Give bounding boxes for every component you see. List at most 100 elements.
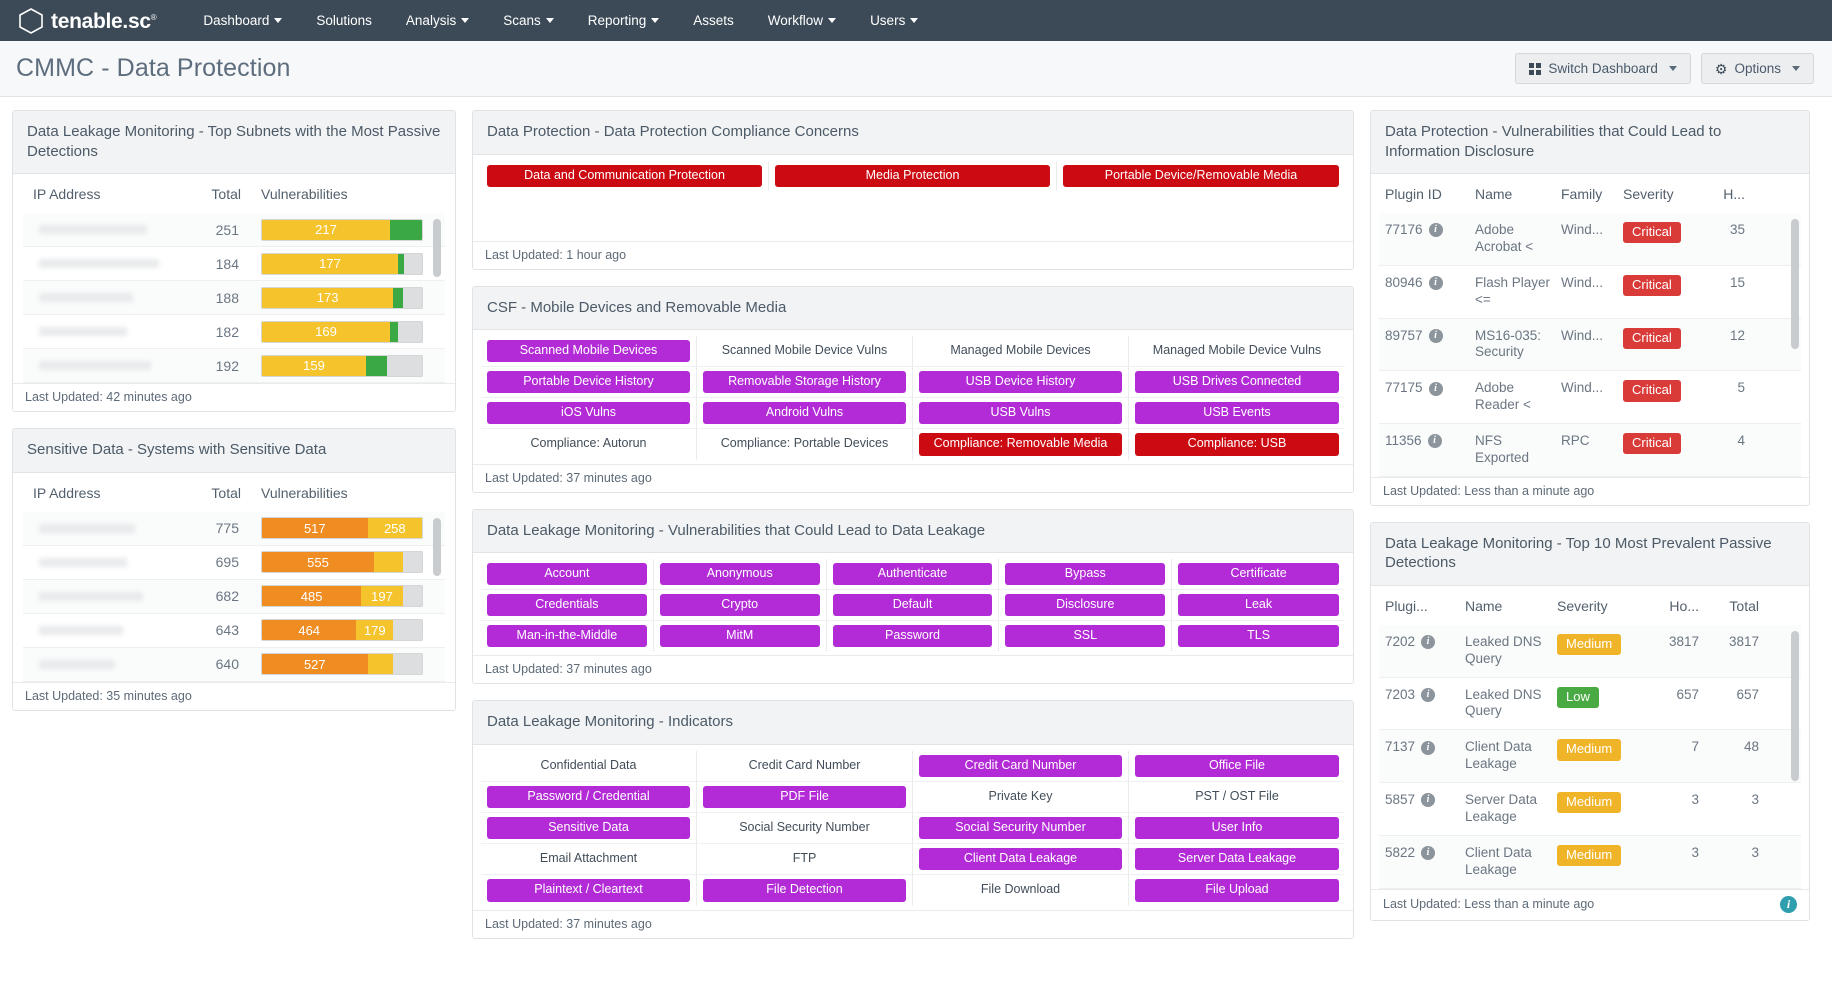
- matrix-cell[interactable]: Private Key: [913, 782, 1129, 814]
- table-row[interactable]: 5822 i Client Data Leakage Medium 3 3: [1379, 835, 1801, 889]
- matrix-chip-purple[interactable]: USB Drives Connected: [1135, 371, 1339, 394]
- table-row[interactable]: 89757 i MS16-035: Security Wind... Critical 1…: [1379, 318, 1801, 372]
- table-row[interactable]: 192 159: [23, 349, 445, 383]
- table-row[interactable]: 7137 i Client Data Leakage Medium 7 48: [1379, 730, 1801, 783]
- matrix-cell[interactable]: USB Drives Connected: [1129, 367, 1345, 399]
- matrix-cell[interactable]: Leak: [1172, 590, 1345, 622]
- matrix-chip-purple[interactable]: Bypass: [1005, 563, 1166, 586]
- matrix-cell[interactable]: Plaintext / Cleartext: [481, 875, 697, 906]
- matrix-cell[interactable]: MitM: [654, 621, 827, 652]
- matrix-cell[interactable]: Anonymous: [653, 559, 827, 591]
- matrix-cell[interactable]: Removable Storage History: [697, 367, 913, 399]
- info-circle-icon[interactable]: i: [1421, 740, 1436, 755]
- matrix-chip-purple[interactable]: Password: [832, 625, 993, 648]
- nav-item-assets[interactable]: Assets: [676, 0, 751, 41]
- matrix-cell[interactable]: Scanned Mobile Devices: [481, 336, 697, 368]
- matrix-chip-purple[interactable]: Office File: [1135, 754, 1339, 777]
- matrix-chip-purple[interactable]: SSL: [1005, 625, 1166, 648]
- info-circle-icon[interactable]: i: [1428, 381, 1443, 396]
- matrix-cell[interactable]: Password: [827, 621, 1000, 652]
- info-circle-icon[interactable]: i: [1421, 846, 1436, 861]
- matrix-cell[interactable]: Scanned Mobile Device Vulns: [697, 336, 913, 368]
- matrix-chip-plain[interactable]: Compliance: Portable Devices: [703, 433, 906, 455]
- matrix-chip-plain[interactable]: Scanned Mobile Device Vulns: [703, 340, 906, 362]
- nav-item-solutions[interactable]: Solutions: [299, 0, 389, 41]
- matrix-cell[interactable]: Account: [481, 559, 654, 591]
- matrix-chip-purple[interactable]: Default: [832, 594, 993, 617]
- matrix-chip-purple[interactable]: Man-in-the-Middle: [487, 625, 647, 648]
- matrix-cell[interactable]: iOS Vulns: [481, 398, 697, 430]
- column-header-ip[interactable]: IP Address: [23, 186, 173, 202]
- vertical-scrollbar[interactable]: [1791, 630, 1799, 781]
- matrix-cell[interactable]: SSL: [999, 621, 1173, 652]
- matrix-cell[interactable]: Media Protection: [769, 160, 1057, 191]
- matrix-cell[interactable]: Managed Mobile Devices: [913, 336, 1129, 368]
- matrix-cell[interactable]: Authenticate: [826, 559, 1000, 591]
- matrix-cell[interactable]: USB Events: [1129, 398, 1345, 430]
- column-header-family[interactable]: Family: [1561, 186, 1623, 202]
- matrix-cell[interactable]: File Detection: [697, 875, 913, 906]
- table-row[interactable]: 11356 i NFS Exported RPC Critical 4: [1379, 424, 1801, 477]
- matrix-chip-plain[interactable]: Managed Mobile Devices: [919, 340, 1122, 362]
- matrix-chip-purple[interactable]: File Upload: [1135, 879, 1339, 902]
- matrix-chip-plain[interactable]: FTP: [703, 848, 906, 870]
- matrix-chip-purple[interactable]: TLS: [1178, 625, 1339, 648]
- matrix-cell[interactable]: Compliance: Autorun: [481, 429, 697, 460]
- matrix-chip-purple[interactable]: iOS Vulns: [487, 402, 690, 425]
- matrix-cell[interactable]: USB Device History: [913, 367, 1129, 399]
- column-header-ip[interactable]: IP Address: [23, 485, 173, 501]
- matrix-chip-purple[interactable]: Leak: [1178, 594, 1339, 617]
- matrix-cell[interactable]: Portable Device/Removable Media: [1057, 161, 1345, 191]
- matrix-chip-plain[interactable]: Private Key: [919, 786, 1122, 808]
- table-row[interactable]: 640 527: [23, 647, 445, 682]
- table-row[interactable]: 188 173: [23, 281, 445, 315]
- vertical-scrollbar[interactable]: [433, 517, 441, 576]
- info-circle-icon[interactable]: i: [1421, 687, 1436, 702]
- matrix-cell[interactable]: Social Security Number: [913, 813, 1129, 845]
- info-circle-icon[interactable]: i: [1780, 895, 1797, 913]
- matrix-chip-plain[interactable]: Compliance: Autorun: [487, 433, 690, 455]
- matrix-chip-plain[interactable]: Credit Card Number: [703, 755, 906, 777]
- column-header-plugin-id[interactable]: Plugin ID: [1379, 186, 1475, 202]
- matrix-cell[interactable]: Portable Device History: [481, 367, 697, 399]
- matrix-chip-plain[interactable]: Managed Mobile Device Vulns: [1135, 340, 1339, 362]
- info-circle-icon[interactable]: i: [1427, 434, 1442, 449]
- matrix-chip-purple[interactable]: File Detection: [703, 879, 906, 902]
- matrix-cell[interactable]: Compliance: Removable Media: [913, 429, 1129, 460]
- matrix-chip-plain[interactable]: Confidential Data: [487, 755, 690, 777]
- matrix-chip-purple[interactable]: Removable Storage History: [703, 371, 906, 394]
- table-row[interactable]: 682 485 197: [23, 579, 445, 614]
- switch-dashboard-button[interactable]: Switch Dashboard: [1515, 53, 1691, 84]
- nav-item-analysis[interactable]: Analysis: [389, 0, 486, 41]
- matrix-cell[interactable]: Managed Mobile Device Vulns: [1129, 336, 1345, 368]
- matrix-chip-purple[interactable]: USB Device History: [919, 371, 1122, 394]
- table-row[interactable]: 695 555: [23, 546, 445, 580]
- matrix-cell[interactable]: Compliance: Portable Devices: [697, 429, 913, 460]
- matrix-cell[interactable]: Compliance: USB: [1129, 429, 1345, 459]
- matrix-chip-red[interactable]: Compliance: Removable Media: [919, 433, 1122, 456]
- matrix-cell[interactable]: File Upload: [1129, 875, 1345, 905]
- options-button[interactable]: ⚙ Options: [1700, 53, 1814, 84]
- matrix-chip-purple[interactable]: Client Data Leakage: [919, 848, 1122, 871]
- info-circle-icon[interactable]: i: [1428, 276, 1443, 291]
- table-row[interactable]: 184 177: [23, 247, 445, 281]
- matrix-chip-red[interactable]: Portable Device/Removable Media: [1063, 164, 1339, 187]
- matrix-chip-purple[interactable]: USB Vulns: [919, 402, 1122, 425]
- matrix-chip-purple[interactable]: Anonymous: [659, 563, 820, 586]
- matrix-chip-purple[interactable]: Plaintext / Cleartext: [487, 879, 690, 902]
- table-row[interactable]: 182 169: [23, 315, 445, 349]
- matrix-cell[interactable]: Office File: [1129, 751, 1345, 782]
- column-header-vulnerabilities[interactable]: Vulnerabilities: [241, 186, 445, 202]
- matrix-chip-purple[interactable]: Credentials: [487, 594, 647, 617]
- column-header-total[interactable]: Total: [1707, 598, 1769, 614]
- matrix-chip-purple[interactable]: Portable Device History: [487, 371, 690, 394]
- matrix-chip-purple[interactable]: Password / Credential: [487, 786, 690, 809]
- matrix-cell[interactable]: USB Vulns: [913, 398, 1129, 430]
- matrix-cell[interactable]: FTP: [697, 844, 913, 876]
- matrix-cell[interactable]: Bypass: [999, 559, 1173, 591]
- column-header-name[interactable]: Name: [1465, 598, 1557, 614]
- matrix-cell[interactable]: Certificate: [1172, 559, 1345, 591]
- matrix-chip-red[interactable]: Compliance: USB: [1135, 433, 1339, 456]
- matrix-chip-purple[interactable]: Credit Card Number: [919, 754, 1122, 777]
- matrix-chip-purple[interactable]: Android Vulns: [703, 402, 906, 425]
